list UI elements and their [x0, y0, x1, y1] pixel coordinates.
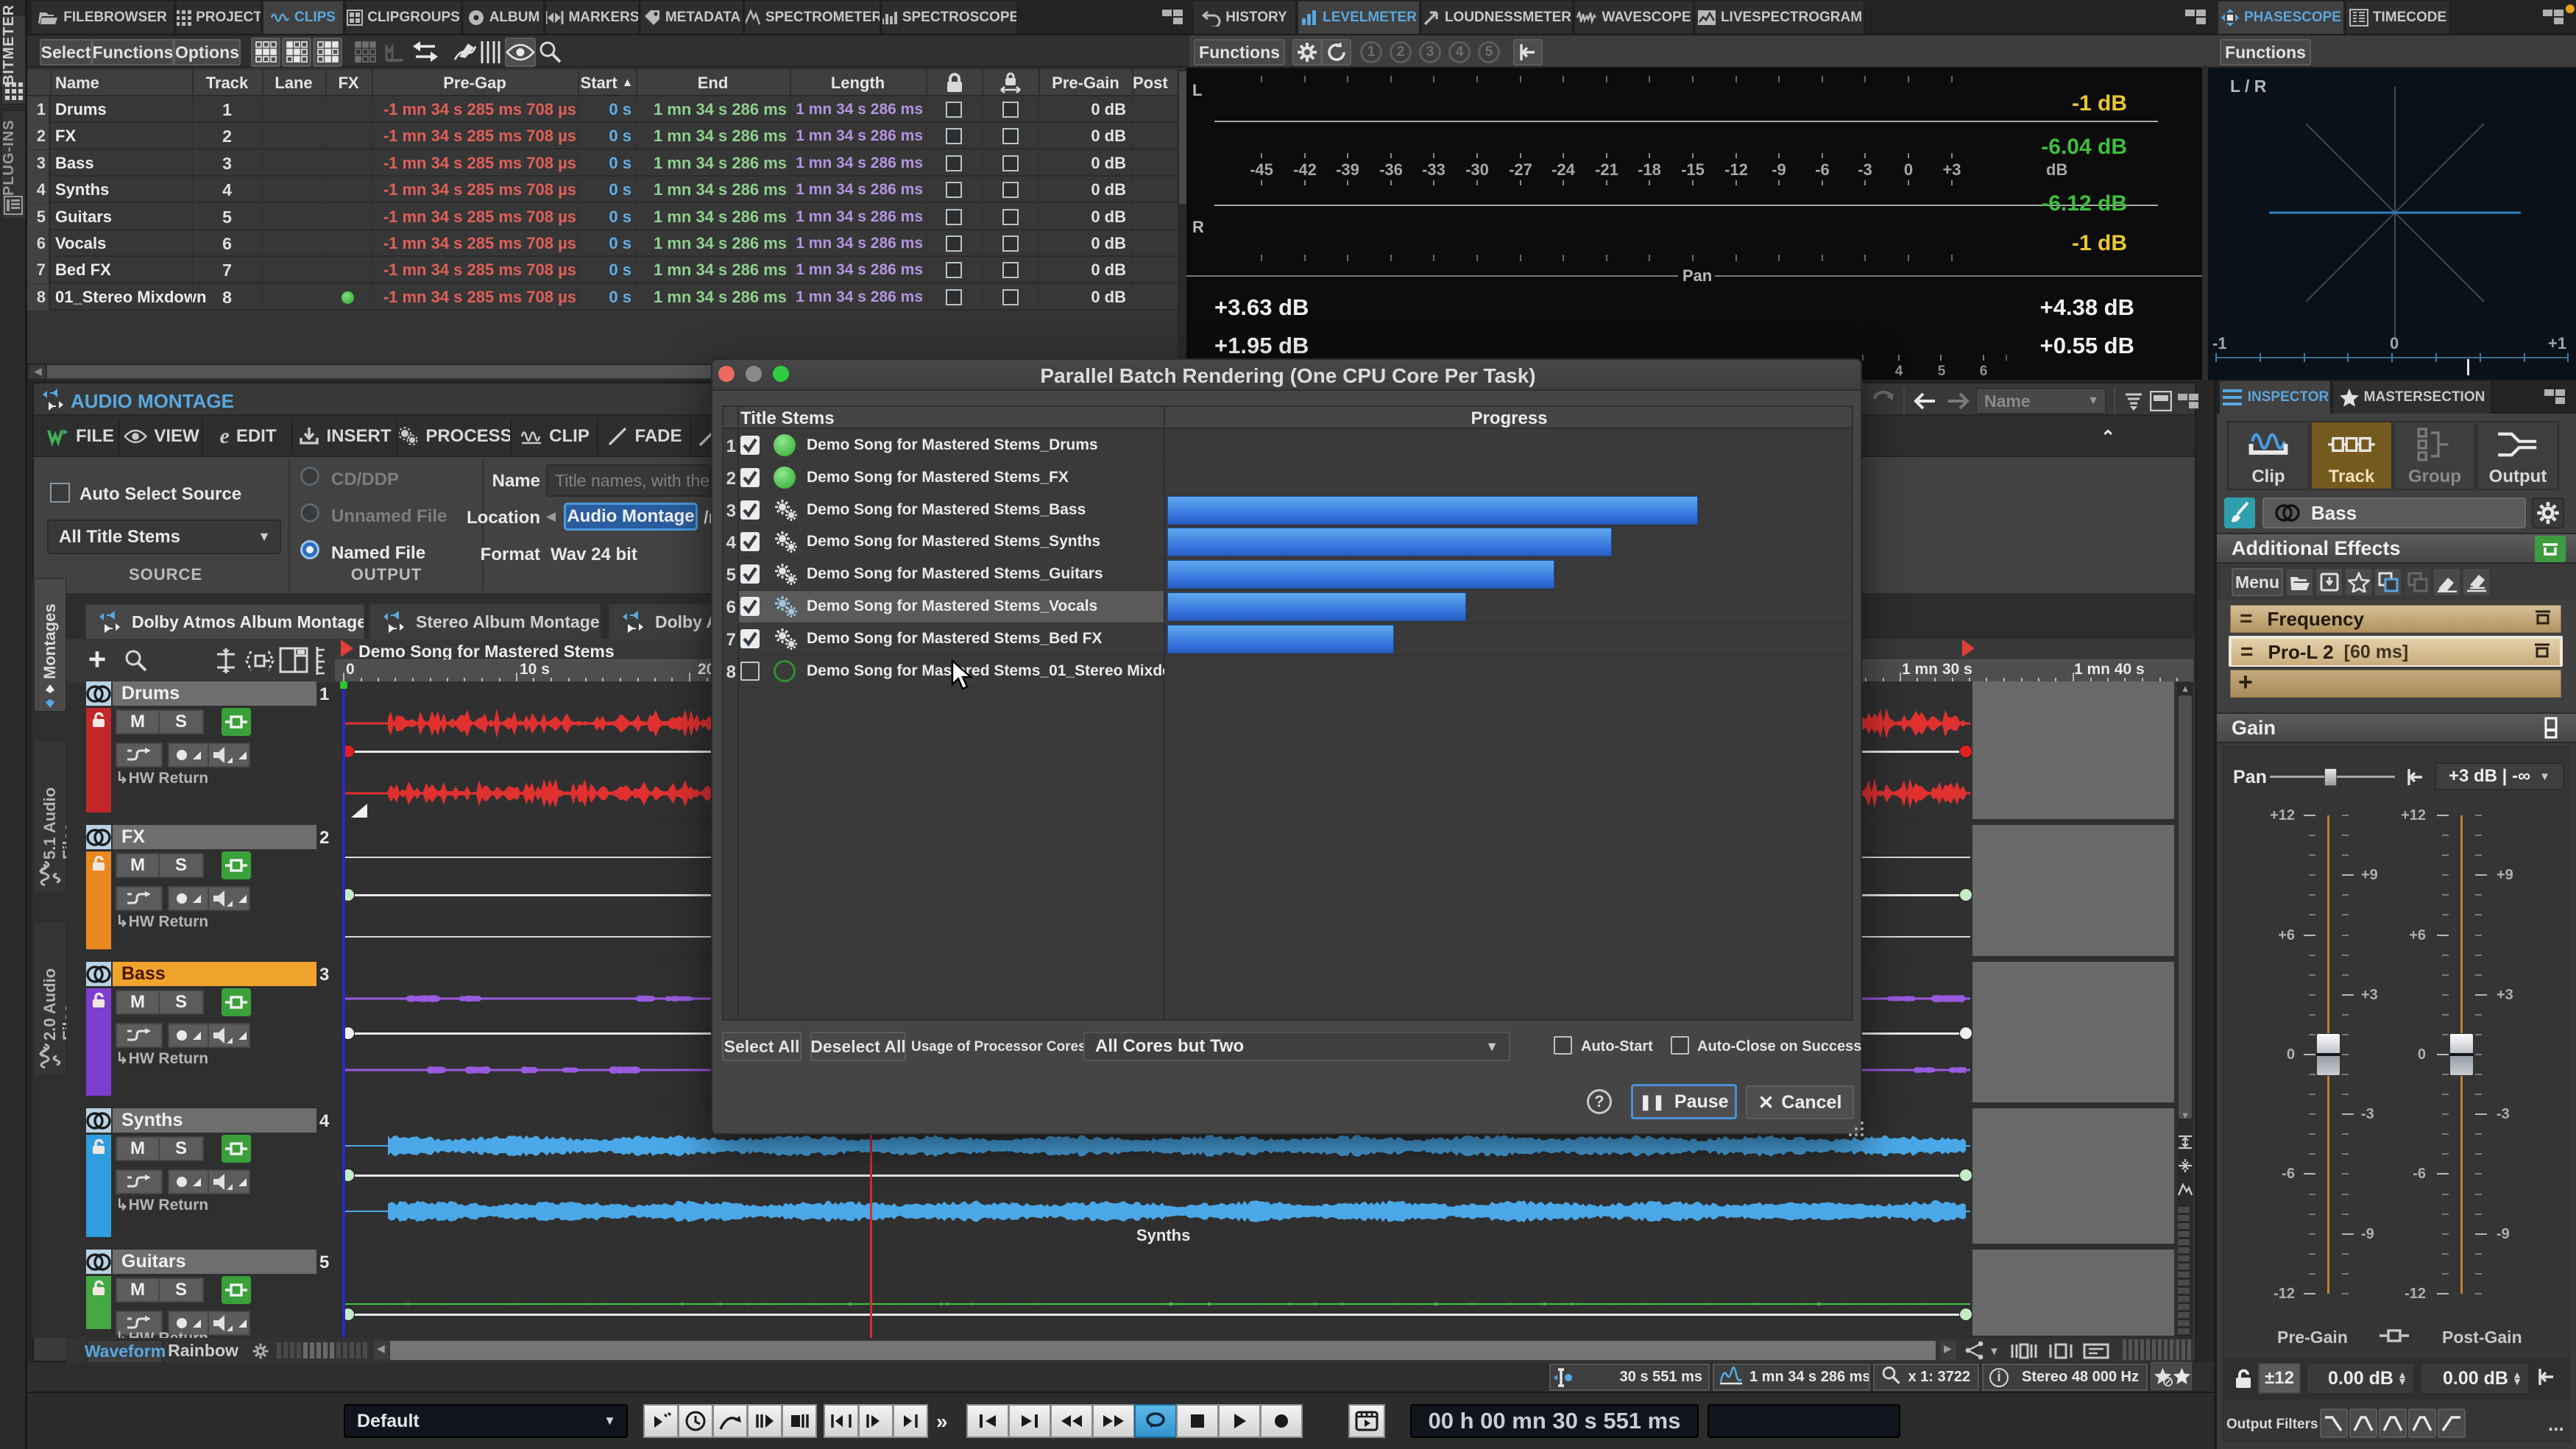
svg-text:-1: -1 — [2212, 334, 2227, 352]
svg-text:0: 0 — [2390, 334, 2399, 352]
svg-text:+1: +1 — [2548, 334, 2566, 352]
